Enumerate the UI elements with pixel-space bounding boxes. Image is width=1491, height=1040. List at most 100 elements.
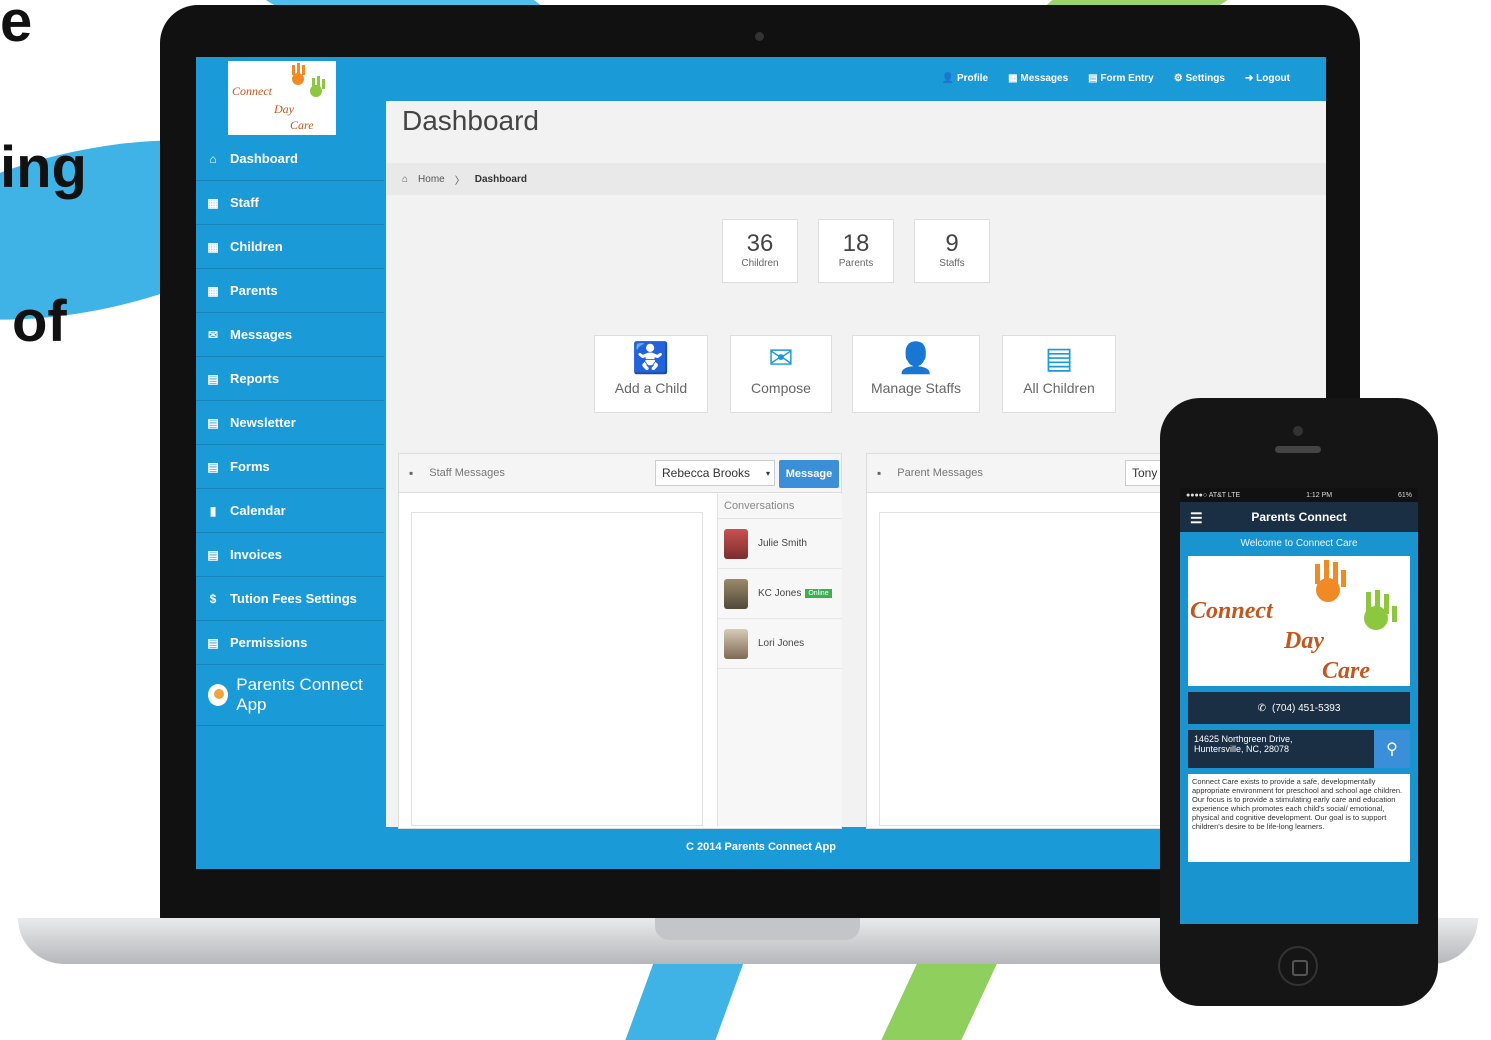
chat-icon: ▪ <box>409 466 414 480</box>
address-text: 14625 Northgreen Drive, Huntersville, NC… <box>1188 730 1374 768</box>
avatar <box>724 628 748 659</box>
sidebar-item-tution-fees-settings[interactable]: $ Tution Fees Settings <box>196 577 384 621</box>
conversation-item[interactable]: KC Jones Online <box>718 569 842 619</box>
breadcrumb-current: Dashboard <box>474 173 527 185</box>
svg-text:Care: Care <box>1322 658 1370 684</box>
sidebar-item-children[interactable]: ▦ Children <box>196 225 384 269</box>
phone-speaker <box>1275 446 1321 453</box>
phone-home-button[interactable] <box>1278 946 1318 986</box>
manage-staffs-button[interactable]: 👤 Manage Staffs <box>852 335 980 413</box>
sidebar-item-calendar[interactable]: ▮ Calendar <box>196 489 384 533</box>
sidebar-item-messages[interactable]: ✉ Messages <box>196 313 384 357</box>
breadcrumb-home-link[interactable]: Home <box>418 174 445 185</box>
home-icon: ⌂ <box>209 151 217 166</box>
document-icon: ▤ <box>207 459 219 474</box>
user-icon: 👤 <box>897 342 935 375</box>
background-text-fragment: e <box>0 0 33 54</box>
list-icon: ▦ <box>207 239 219 254</box>
background-text-fragment: ing <box>0 135 87 200</box>
compose-button[interactable]: ✉ Compose <box>730 335 832 413</box>
list-icon: ▦ <box>207 195 219 210</box>
svg-text:Day: Day <box>273 102 295 116</box>
svg-text:Day: Day <box>1283 628 1324 654</box>
laptop-camera <box>755 32 764 41</box>
background-swoosh-blue-bottom <box>625 960 745 1040</box>
staff-recipient-select[interactable]: Rebecca Brooks ▾ <box>655 460 775 486</box>
online-badge: Online <box>805 589 832 598</box>
calendar-icon: ▮ <box>209 503 217 518</box>
staff-message-area[interactable] <box>411 512 703 826</box>
dollar-icon: $ <box>209 591 217 606</box>
compose-icon: ✉ <box>768 342 794 375</box>
phone-logo: Connect Day Care <box>1188 556 1410 686</box>
topnav-logout-link[interactable]: ➜ Logout <box>1245 73 1290 84</box>
sidebar-item-forms[interactable]: ▤ Forms <box>196 445 384 489</box>
sidebar-item-staff[interactable]: ▦ Staff <box>196 181 384 225</box>
sidebar-item-permissions[interactable]: ▤ Permissions <box>196 621 384 665</box>
svg-text:Care: Care <box>290 118 314 132</box>
phone-call-button[interactable]: ✆ (704) 451-5393 <box>1188 692 1410 724</box>
laptop-screen: 👤 Profile ▦ Messages ▤ Form Entry ⚙ Sett… <box>196 57 1326 869</box>
chevron-down-icon: ▾ <box>765 468 770 478</box>
map-pin-icon[interactable]: ⚲ <box>1374 730 1410 768</box>
topnav-profile-link[interactable]: 👤 Profile <box>942 73 988 84</box>
top-navigation: 👤 Profile ▦ Messages ▤ Form Entry ⚙ Sett… <box>942 73 1290 84</box>
add-child-icon: 🚼 <box>632 342 670 375</box>
app-badge-icon <box>208 684 229 706</box>
background-text-fragment: of <box>12 289 67 354</box>
document-icon: ▤ <box>207 415 219 430</box>
sidebar-item-invoices[interactable]: ▤ Invoices <box>196 533 384 577</box>
stat-parents-card[interactable]: 18 Parents <box>818 219 894 283</box>
phone-front-camera <box>1293 426 1303 436</box>
app-logo[interactable]: Connect Day Care <box>228 61 336 135</box>
background-swoosh-green-bottom <box>881 960 999 1040</box>
stat-staffs-card[interactable]: 9 Staffs <box>914 219 990 283</box>
breadcrumb-separator: 〉 <box>454 175 465 187</box>
all-children-button[interactable]: ▤ All Children <box>1002 335 1116 413</box>
hamburger-menu-icon[interactable]: ☰ <box>1190 510 1203 527</box>
footer-copyright: C 2014 Parents Connect App <box>686 841 836 853</box>
topnav-messages-link[interactable]: ▦ Messages <box>1008 73 1068 84</box>
sidebar: ⌂ Dashboard ▦ Staff ▦ Children ▦ Parents ✉ Me… <box>196 137 384 726</box>
phone-welcome-text: Welcome to Connect Care <box>1240 538 1358 549</box>
sidebar-item-reports[interactable]: ▤ Reports <box>196 357 384 401</box>
laptop-notch <box>655 918 860 940</box>
stat-value: 36 <box>746 230 774 257</box>
sidebar-item-dashboard[interactable]: ⌂ Dashboard <box>196 137 384 181</box>
document-icon: ▤ <box>207 371 219 386</box>
svg-text:Connect: Connect <box>1190 598 1274 624</box>
conversation-item[interactable]: Lori Jones <box>718 619 842 669</box>
topnav-settings-link[interactable]: ⚙ Settings <box>1174 73 1225 84</box>
phone-status-bar: ●●●●○ AT&T LTE 1:12 PM 61% <box>1180 488 1418 502</box>
conversation-item[interactable]: Julie Smith <box>718 519 842 569</box>
phone-title-bar: ☰ Parents Connect <box>1180 502 1418 532</box>
add-child-button[interactable]: 🚼 Add a Child <box>594 335 708 413</box>
address-block: 14625 Northgreen Drive, Huntersville, NC… <box>1188 730 1410 768</box>
sidebar-item-newsletter[interactable]: ▤ Newsletter <box>196 401 384 445</box>
stat-label: Staffs <box>939 258 965 269</box>
list-icon: ▦ <box>207 283 219 298</box>
document-icon: ▤ <box>207 635 219 650</box>
svg-text:Connect: Connect <box>232 84 273 98</box>
staff-messages-panel: ▪ Staff Messages Rebecca Brooks ▾ Messag… <box>398 453 842 829</box>
conversations-title: Conversations <box>718 494 842 519</box>
about-description: Connect Care exists to provide a safe, d… <box>1188 774 1410 862</box>
stat-value: 9 <box>945 230 959 257</box>
conversations-list: Conversations Julie Smith KC Jones Onlin… <box>717 494 842 826</box>
stat-children-card[interactable]: 36 Children <box>722 219 798 283</box>
stat-label: Children <box>741 258 779 269</box>
sidebar-item-parents[interactable]: ▦ Parents <box>196 269 384 313</box>
envelope-icon: ✉ <box>207 327 219 342</box>
phone-screen: ●●●●○ AT&T LTE 1:12 PM 61% ☰ Parents Con… <box>1180 488 1418 924</box>
topnav-form-entry-link[interactable]: ▤ Form Entry <box>1088 73 1154 84</box>
sidebar-parents-connect-app[interactable]: Parents Connect App <box>196 665 384 726</box>
stat-label: Parents <box>838 258 874 269</box>
message-button[interactable]: Message <box>779 460 839 488</box>
avatar <box>724 578 748 609</box>
phone-frame: ●●●●○ AT&T LTE 1:12 PM 61% ☰ Parents Con… <box>1160 398 1438 1006</box>
page-title: Dashboard <box>402 105 539 136</box>
breadcrumb: ⌂ Home 〉 Dashboard <box>386 163 1326 195</box>
document-icon: ▤ <box>207 547 219 562</box>
avatar <box>724 528 748 559</box>
phone-icon: ✆ <box>1257 702 1266 714</box>
